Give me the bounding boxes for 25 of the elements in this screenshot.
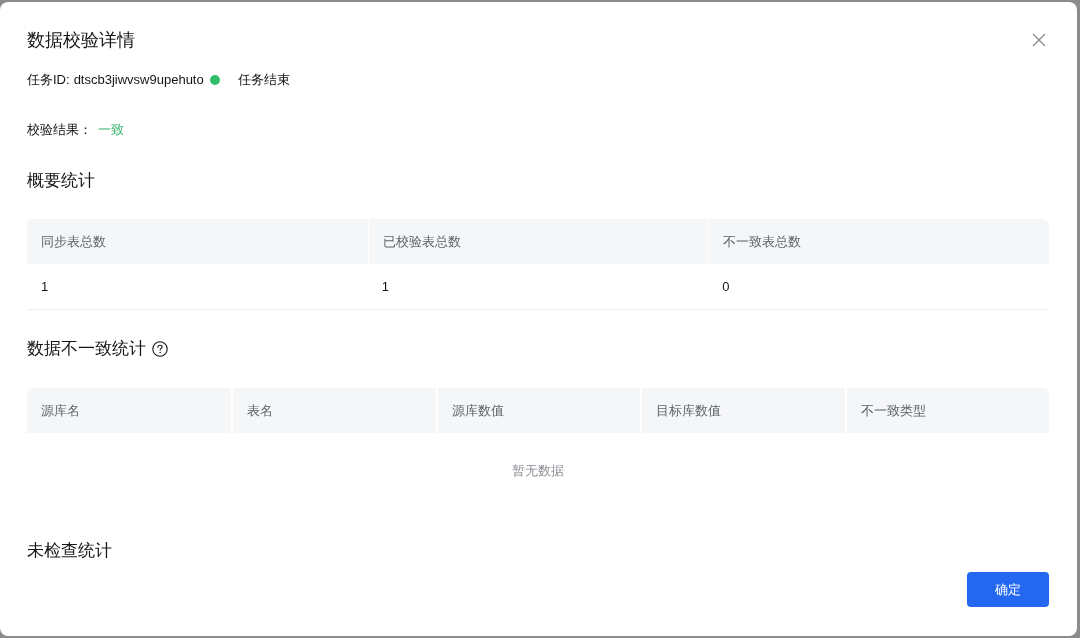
task-status-text: 任务结束 xyxy=(237,71,290,89)
column-header: 不一致类型 xyxy=(844,388,1049,433)
section-heading: 数据不一致统计 xyxy=(27,338,146,360)
confirm-button[interactable]: 确定 xyxy=(967,572,1049,607)
close-button[interactable] xyxy=(1032,33,1046,47)
help-icon[interactable] xyxy=(152,341,168,357)
task-id-label: 任务ID: xyxy=(27,71,70,89)
section-heading: 概要统计 xyxy=(27,170,96,192)
column-header: 源库数值 xyxy=(435,388,641,433)
result-label: 校验结果： xyxy=(27,121,92,139)
table-cell-text: 0 xyxy=(721,277,731,296)
column-header: 已校验表总数 xyxy=(367,219,709,264)
close-icon xyxy=(1032,33,1046,47)
column-header: 同步表总数 xyxy=(27,219,368,264)
column-header: 不一致表总数 xyxy=(708,219,1049,264)
section-heading: 未检查统计 xyxy=(27,540,113,562)
column-header: 目标库数值 xyxy=(640,388,845,433)
result-value: 一致 xyxy=(98,121,124,139)
empty-state-text: 暂无数据 xyxy=(512,462,564,481)
table-cell-text: 1 xyxy=(40,277,50,296)
dialog-title: 数据校验详情 xyxy=(27,29,135,52)
column-header: 表名 xyxy=(231,388,436,433)
table-cell-text: 1 xyxy=(380,277,390,296)
column-header: 源库名 xyxy=(27,388,232,433)
task-id-value: dtscb3jiwvsw9upehuto xyxy=(73,71,204,89)
